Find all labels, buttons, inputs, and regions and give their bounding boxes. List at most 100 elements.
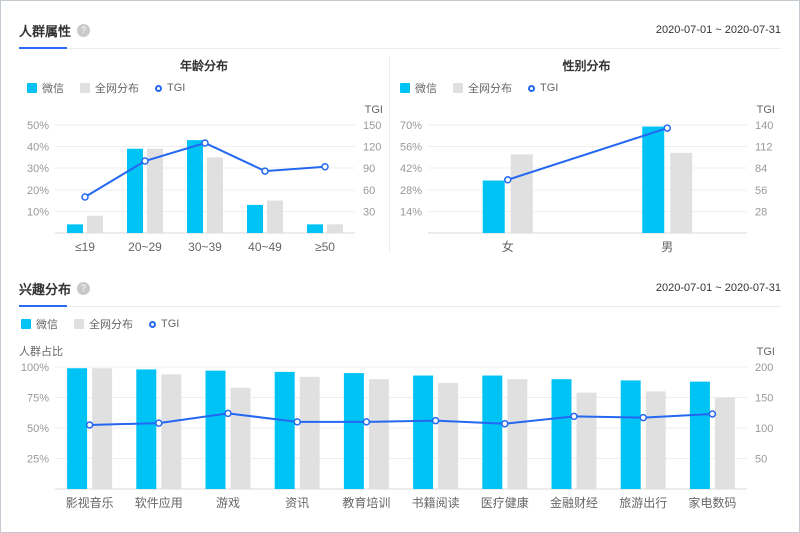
active-tab-underline — [19, 47, 67, 49]
category-label: 男 — [661, 240, 673, 254]
gender-chart-legend: 微信 全网分布 TGI — [392, 81, 781, 95]
right-axis-tick: 140 — [755, 120, 773, 132]
right-axis-tick: 56 — [755, 185, 767, 197]
age-distribution-chart: TGI 10% 20% 30% 40% 50% 30 60 90 120 150 ≤19 20~29 30… — [27, 104, 383, 254]
left-axis-tick: 50% — [27, 423, 49, 435]
tgi-line — [84, 141, 326, 198]
legend-item-network[interactable]: 全网分布 — [80, 80, 139, 96]
network-bar — [645, 391, 666, 489]
legend-label: 全网分布 — [95, 83, 139, 95]
tgi-marker — [362, 418, 371, 426]
category-label: 游戏 — [216, 496, 240, 510]
wechat-bar — [274, 371, 295, 489]
legend-label: 全网分布 — [468, 83, 512, 95]
help-icon[interactable]: ? — [77, 23, 91, 37]
tgi-line — [89, 412, 713, 426]
left-axis-tick: 50% — [27, 120, 49, 132]
wechat-bar — [67, 368, 88, 489]
network-bar — [230, 387, 251, 489]
network-bar — [670, 152, 693, 233]
tgi-marker — [431, 416, 440, 425]
category-label: 30~39 — [188, 240, 222, 254]
help-icon[interactable]: ? — [77, 281, 91, 295]
analytics-dashboard: 人群属性 ? 2020-07-01 ~ 2020-07-31 年龄分布 微信 全… — [0, 0, 800, 533]
network-swatch-icon — [80, 83, 90, 93]
legend-item-tgi[interactable]: TGI — [528, 82, 558, 94]
category-label: 家电数码 — [688, 495, 736, 510]
tgi-ring-icon — [155, 84, 162, 92]
left-axis-tick: 70% — [400, 120, 422, 132]
category-label: ≥50 — [315, 240, 335, 254]
tgi-marker — [708, 410, 717, 418]
legend-item-wechat[interactable]: 微信 — [27, 80, 64, 96]
date-range: 2020-07-01 ~ 2020-07-31 — [655, 24, 781, 36]
right-axis-tick: 150 — [755, 393, 773, 405]
legend-item-tgi[interactable]: TGI — [155, 82, 185, 94]
right-axis-title: TGI — [757, 346, 775, 358]
demographics-charts: 年龄分布 微信 全网分布 TGI TGI 10% 20% 30% 40% 50%… — [19, 53, 781, 259]
left-axis-tick: 25% — [27, 454, 49, 466]
section-header: 人群属性 ? 2020-07-01 ~ 2020-07-31 — [19, 19, 781, 41]
tgi-marker — [321, 163, 329, 171]
wechat-bar — [205, 370, 226, 489]
wechat-bar — [551, 379, 572, 489]
legend-item-network[interactable]: 全网分布 — [453, 80, 512, 96]
legend-item-tgi[interactable]: TGI — [149, 318, 179, 330]
category-label: 金融财经 — [550, 495, 598, 510]
section-divider — [19, 47, 781, 49]
wechat-swatch-icon — [21, 319, 31, 329]
network-bar — [327, 224, 343, 233]
network-bar — [207, 157, 223, 233]
network-bar — [92, 368, 113, 489]
category-label: 20~29 — [128, 240, 162, 254]
active-tab-underline — [19, 305, 67, 307]
gender-chart-panel: 性别分布 微信 全网分布 TGI TGI 14% 28% 42% 56% 70%… — [390, 53, 781, 259]
tgi-marker — [663, 124, 671, 132]
tgi-ring-icon — [528, 84, 535, 92]
wechat-bar — [620, 380, 641, 489]
chart-title-age: 年龄分布 — [179, 59, 228, 73]
left-axis-tick: 10% — [27, 206, 49, 218]
category-label: 影视音乐 — [66, 495, 114, 510]
left-axis-tick: 28% — [400, 185, 422, 197]
legend-item-network[interactable]: 全网分布 — [74, 316, 133, 332]
section-header: 兴趣分布 ? 2020-07-01 ~ 2020-07-31 — [19, 277, 781, 299]
left-axis-tick: 30% — [27, 163, 49, 175]
legend-item-wechat[interactable]: 微信 — [21, 316, 58, 332]
tgi-marker — [201, 139, 209, 147]
wechat-bar — [127, 148, 143, 233]
wechat-bar — [247, 204, 263, 233]
wechat-bar — [307, 224, 323, 233]
tgi-ring-icon — [149, 320, 156, 328]
network-bar — [368, 379, 389, 489]
date-range: 2020-07-01 ~ 2020-07-31 — [655, 282, 781, 294]
section-divider — [19, 305, 781, 307]
tgi-marker — [570, 412, 578, 421]
legend-item-wechat[interactable]: 微信 — [400, 80, 437, 96]
left-axis-title: 人群占比 — [19, 344, 63, 358]
right-axis-tick: 150 — [363, 120, 381, 132]
category-label: 书籍阅读 — [412, 495, 460, 510]
wechat-bar — [482, 375, 503, 489]
category-label: 女 — [502, 239, 514, 254]
wechat-bar — [689, 381, 710, 489]
tgi-marker — [261, 167, 269, 175]
wechat-swatch-icon — [27, 83, 37, 93]
network-bar — [438, 382, 459, 489]
age-chart-panel: 年龄分布 微信 全网分布 TGI TGI 10% 20% 30% 40% 50%… — [19, 53, 389, 259]
network-bar — [714, 397, 735, 489]
right-axis-tick: 100 — [755, 423, 773, 435]
network-bar — [507, 379, 528, 489]
right-axis-title: TGI — [365, 104, 383, 116]
tgi-marker — [224, 409, 232, 418]
wechat-bar — [642, 126, 665, 233]
section-interests: 兴趣分布 ? 2020-07-01 ~ 2020-07-31 微信 全网分布 T… — [1, 277, 799, 515]
wechat-bar — [67, 224, 83, 233]
legend-label: TGI — [161, 318, 180, 330]
gender-distribution-chart: TGI 14% 28% 42% 56% 70% 28 56 84 112 140 女 男 — [400, 104, 775, 254]
legend-label: 微信 — [415, 83, 437, 95]
section-title: 兴趣分布 — [19, 281, 72, 297]
tgi-marker — [501, 419, 509, 428]
left-axis-tick: 75% — [27, 393, 49, 405]
right-axis-tick: 90 — [363, 163, 375, 175]
